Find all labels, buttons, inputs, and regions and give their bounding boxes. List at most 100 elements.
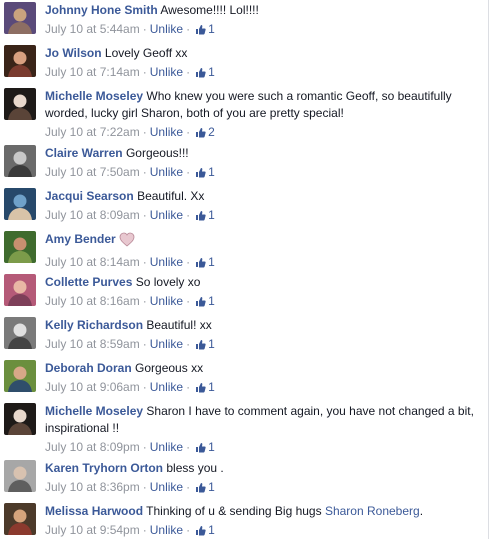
comment-timestamp-link[interactable]: July 10 at 9:54pm xyxy=(45,523,140,537)
like-count-button[interactable]: 2 xyxy=(193,125,215,139)
commenter-avatar[interactable] xyxy=(4,188,36,220)
separator-dot: · xyxy=(186,65,191,79)
commenter-avatar[interactable] xyxy=(4,460,36,492)
like-count-button[interactable]: 1 xyxy=(193,337,215,351)
like-count: 1 xyxy=(208,255,215,269)
commenter-avatar[interactable] xyxy=(4,45,36,77)
separator-dot: · xyxy=(142,22,147,36)
commenter-name-link[interactable]: Amy Bender xyxy=(45,232,116,246)
commenter-name-link[interactable]: Michelle Moseley xyxy=(45,89,143,103)
comment-content: Claire Warren Gorgeous!!! xyxy=(45,145,485,162)
comment-content: Michelle Moseley Who knew you were such … xyxy=(45,88,485,122)
comment-timestamp-link[interactable]: July 10 at 8:16am xyxy=(45,294,140,308)
comment-meta: July 10 at 8:36pm · Unlike · 1 xyxy=(45,479,485,497)
unlike-button[interactable]: Unlike xyxy=(150,294,183,308)
comment-timestamp-link[interactable]: July 10 at 7:22am xyxy=(45,125,140,139)
commenter-avatar[interactable] xyxy=(4,360,36,392)
comment-timestamp-link[interactable]: July 10 at 7:50am xyxy=(45,165,140,179)
commenter-avatar[interactable] xyxy=(4,403,36,435)
like-count-button[interactable]: 1 xyxy=(193,294,215,308)
comment-body: Amy Bender July 10 at 8:14am · Unlike · 1 xyxy=(45,231,485,272)
commenter-avatar[interactable] xyxy=(4,2,36,34)
separator-dot: · xyxy=(186,255,191,269)
comment-content: Jacqui Searson Beautiful. Xx xyxy=(45,188,485,205)
commenter-avatar[interactable] xyxy=(4,145,36,177)
comment-timestamp-link[interactable]: July 10 at 8:09am xyxy=(45,208,140,222)
commenter-name-link[interactable]: Karen Tryhorn Orton xyxy=(45,461,163,475)
separator-dot: · xyxy=(142,125,147,139)
unlike-button[interactable]: Unlike xyxy=(150,523,183,537)
unlike-button[interactable]: Unlike xyxy=(150,255,183,269)
comment-timestamp-link[interactable]: July 10 at 5:44am xyxy=(45,22,140,36)
commenter-name-link[interactable]: Kelly Richardson xyxy=(45,318,143,332)
like-count-button[interactable]: 1 xyxy=(193,380,215,394)
comment-text: Lovely Geoff xx xyxy=(104,46,188,60)
commenter-name-link[interactable]: Collette Purves xyxy=(45,275,132,289)
comment-content: Karen Tryhorn Orton bless you . xyxy=(45,460,485,477)
unlike-button[interactable]: Unlike xyxy=(150,208,183,222)
separator-dot: · xyxy=(186,380,191,394)
separator-dot: · xyxy=(186,22,191,36)
commenter-avatar[interactable] xyxy=(4,231,36,263)
separator-dot: · xyxy=(186,480,191,494)
comment-meta: July 10 at 9:06am · Unlike · 1 xyxy=(45,379,485,397)
unlike-button[interactable]: Unlike xyxy=(150,440,183,454)
unlike-button[interactable]: Unlike xyxy=(150,65,183,79)
comment-body: Johnny Hone Smith Awesome!!!! Lol!!!! Jul… xyxy=(45,2,485,39)
comment-content: Deborah Doran Gorgeous xx xyxy=(45,360,485,377)
like-count: 1 xyxy=(208,165,215,179)
comment-meta: July 10 at 5:44am · Unlike · 1 xyxy=(45,21,485,39)
commenter-name-link[interactable]: Jo Wilson xyxy=(45,46,102,60)
unlike-button[interactable]: Unlike xyxy=(150,337,183,351)
commenter-name-link[interactable]: Michelle Moseley xyxy=(45,404,143,418)
comment-body: Claire Warren Gorgeous!!! July 10 at 7:50… xyxy=(45,145,485,182)
like-count-button[interactable]: 1 xyxy=(193,65,215,79)
mention-link[interactable]: Sharon Roneberg xyxy=(325,504,420,518)
like-count-button[interactable]: 1 xyxy=(193,165,215,179)
unlike-button[interactable]: Unlike xyxy=(150,380,183,394)
unlike-button[interactable]: Unlike xyxy=(150,125,183,139)
comment-body: Michelle Moseley Who knew you were such … xyxy=(45,88,485,142)
comment-timestamp-link[interactable]: July 10 at 8:59am xyxy=(45,337,140,351)
comment-content: Jo Wilson Lovely Geoff xx xyxy=(45,45,485,62)
commenter-avatar[interactable] xyxy=(4,88,36,120)
comment-content: Collette Purves So lovely xo xyxy=(45,274,485,291)
comment-timestamp-link[interactable]: July 10 at 8:09pm xyxy=(45,440,140,454)
comment-meta: July 10 at 8:59am · Unlike · 1 xyxy=(45,336,485,354)
like-count: 2 xyxy=(208,125,215,139)
like-count-button[interactable]: 1 xyxy=(193,523,215,537)
comment-meta: July 10 at 7:50am · Unlike · 1 xyxy=(45,164,485,182)
comment-meta: July 10 at 9:54pm · Unlike · 1 xyxy=(45,522,485,540)
commenter-name-link[interactable]: Melissa Harwood xyxy=(45,504,143,518)
separator-dot: · xyxy=(142,440,147,454)
commenter-name-link[interactable]: Jacqui Searson xyxy=(45,189,134,203)
separator-dot: · xyxy=(186,125,191,139)
comment-timestamp-link[interactable]: July 10 at 8:14am xyxy=(45,255,140,269)
unlike-button[interactable]: Unlike xyxy=(150,22,183,36)
thumbs-up-icon xyxy=(195,481,206,497)
like-count-button[interactable]: 1 xyxy=(193,440,215,454)
commenter-name-link[interactable]: Johnny Hone Smith xyxy=(45,3,158,17)
unlike-button[interactable]: Unlike xyxy=(150,165,183,179)
comment-timestamp-link[interactable]: July 10 at 7:14am xyxy=(45,65,140,79)
like-count-button[interactable]: 1 xyxy=(193,208,215,222)
unlike-button[interactable]: Unlike xyxy=(150,480,183,494)
commenter-name-link[interactable]: Deborah Doran xyxy=(45,361,132,375)
comment-meta: July 10 at 7:22am · Unlike · 2 xyxy=(45,124,485,142)
thumbs-up-icon xyxy=(195,166,206,182)
like-count-button[interactable]: 1 xyxy=(193,480,215,494)
separator-dot: · xyxy=(186,165,191,179)
like-count: 1 xyxy=(208,294,215,308)
comment-text: Beautiful. Xx xyxy=(137,189,205,203)
commenter-avatar[interactable] xyxy=(4,503,36,535)
comment-timestamp-link[interactable]: July 10 at 9:06am xyxy=(45,380,140,394)
comment-meta: July 10 at 8:16am · Unlike · 1 xyxy=(45,293,485,311)
comment-timestamp-link[interactable]: July 10 at 8:36pm xyxy=(45,480,140,494)
like-count-button[interactable]: 1 xyxy=(193,22,215,36)
commenter-name-link[interactable]: Claire Warren xyxy=(45,146,123,160)
commenter-avatar[interactable] xyxy=(4,274,36,306)
like-count-button[interactable]: 1 xyxy=(193,255,215,269)
commenter-avatar[interactable] xyxy=(4,317,36,349)
comment-content: Melissa Harwood Thinking of u & sending … xyxy=(45,503,485,520)
comment-meta: July 10 at 8:14am · Unlike · 1 xyxy=(45,254,485,272)
